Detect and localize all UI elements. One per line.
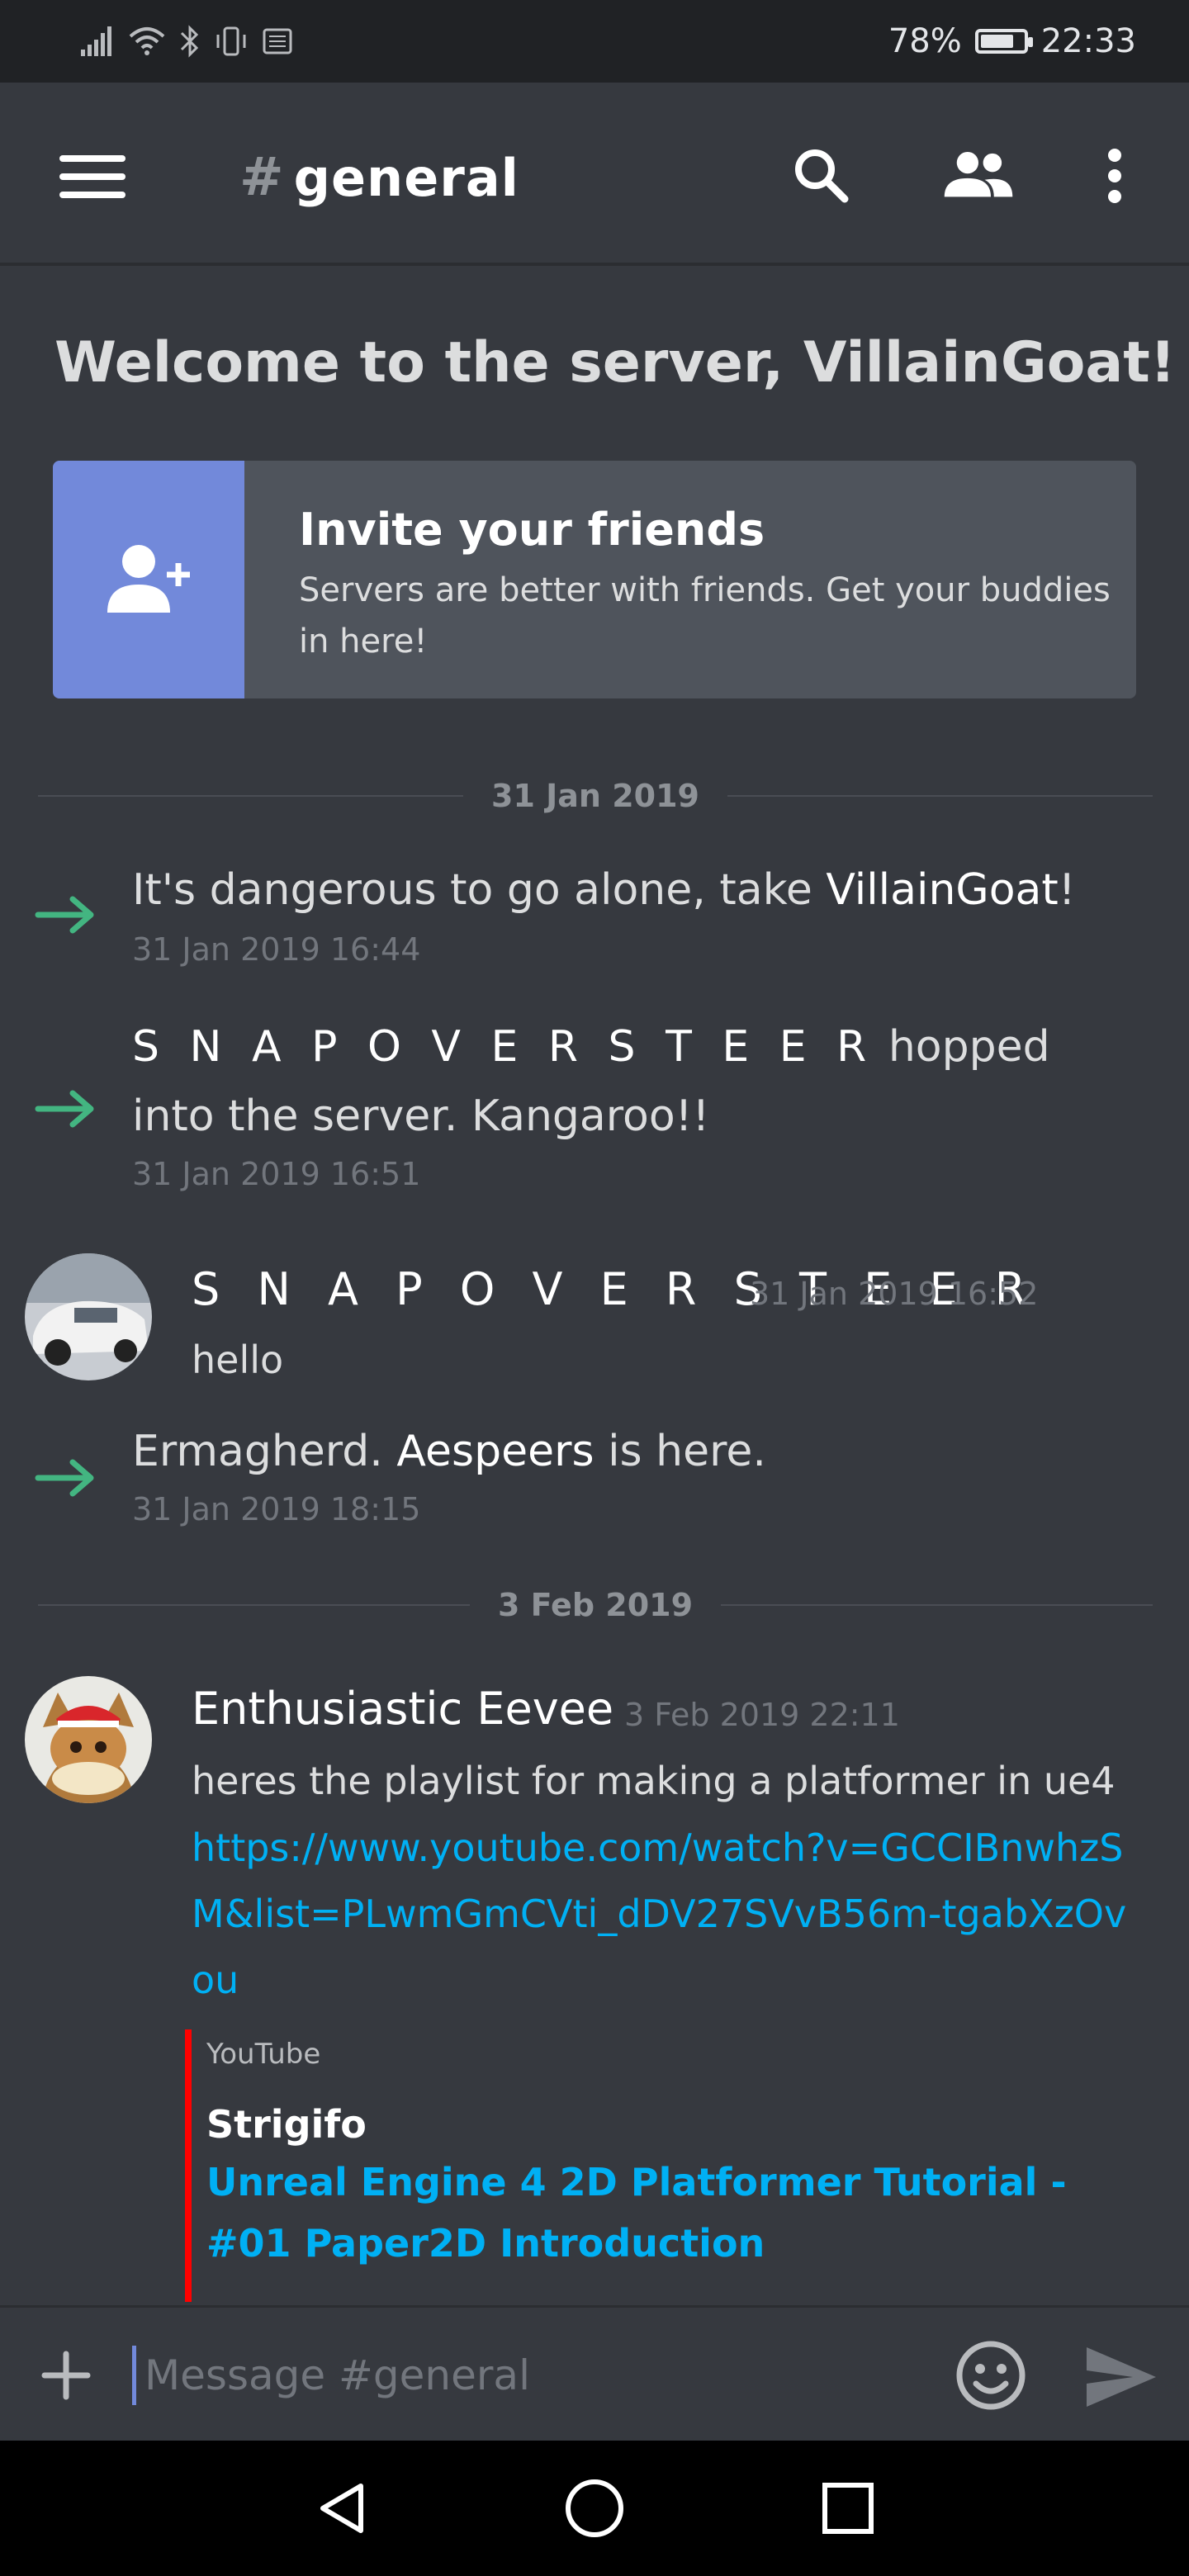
system-message-text: ! (1058, 865, 1076, 915)
embed-provider[interactable]: YouTube (206, 2038, 1143, 2071)
embed-title-link[interactable]: Unreal Engine 4 2D Platformer Tutorial -… (206, 2152, 1143, 2274)
status-left-icons (79, 20, 294, 63)
message-timestamp: 3 Feb 2019 22:11 (624, 1697, 900, 1733)
home-icon[interactable] (560, 2474, 629, 2543)
back-icon[interactable] (307, 2474, 377, 2543)
signal-icon (81, 26, 111, 56)
message-author[interactable]: Enthusiastic Eevee (192, 1683, 613, 1735)
date-separator-label: 3 Feb 2019 (497, 1587, 694, 1623)
channel-hash-icon: # (239, 147, 284, 208)
add-attachment-icon[interactable] (40, 2349, 92, 2402)
send-icon[interactable] (1082, 2341, 1161, 2413)
recents-icon[interactable] (813, 2474, 883, 2543)
message-timestamp: 31 Jan 2019 18:15 (132, 1491, 421, 1527)
search-icon[interactable] (784, 139, 859, 213)
status-right: 78% 22:33 (888, 17, 1136, 66)
message-link[interactable]: https://www.youtube.com/watch?v=GCCIBnwh… (192, 1815, 1141, 2013)
username-link[interactable]: Aespeers (396, 1427, 594, 1476)
join-arrow-icon (35, 1090, 94, 1128)
welcome-title: Welcome to the server, VillainGoat! (54, 330, 1176, 395)
channel-header: # general (0, 83, 1189, 266)
username-link[interactable]: S N A P O V E R S T E E R (132, 1022, 874, 1072)
embed-author[interactable]: Strigifo (206, 2102, 1143, 2147)
message-content: hello (192, 1338, 284, 1382)
join-arrow-icon (35, 1459, 94, 1497)
system-join-message: S N A P O V E R S T E E R hopped into th… (132, 1012, 1139, 1151)
avatar[interactable] (25, 1253, 152, 1380)
system-join-message: Ermagherd. Aespeers is here. (132, 1417, 1139, 1486)
wifi-icon (129, 27, 165, 55)
bluetooth-icon (180, 25, 199, 58)
date-separator: 3 Feb 2019 (38, 1580, 1153, 1630)
invite-subtitle: Servers are better with friends. Get you… (299, 571, 1111, 661)
system-navigation-bar (0, 2441, 1189, 2576)
message-timestamp: 31 Jan 2019 16:52 (750, 1276, 1039, 1312)
invite-friends-card[interactable]: Invite your friends Servers are better w… (53, 461, 1136, 698)
join-arrow-icon (35, 896, 94, 934)
youtube-embed: YouTube Strigifo Unreal Engine 4 2D Plat… (185, 2029, 1143, 2302)
message-composer (0, 2305, 1189, 2441)
system-message-text: is here. (594, 1427, 766, 1476)
system-message-text: Ermagherd. (132, 1427, 397, 1476)
channel-name: general (293, 147, 519, 208)
add-friend-icon (53, 461, 244, 698)
battery-percent: 78% (888, 22, 962, 60)
system-message-text: It's dangerous to go alone, take (132, 865, 827, 915)
invite-title: Invite your friends (299, 504, 765, 556)
battery-icon (974, 29, 1033, 54)
message-timestamp: 31 Jan 2019 16:51 (132, 1156, 421, 1192)
system-join-message: It's dangerous to go alone, take Villain… (132, 855, 1139, 925)
avatar[interactable] (25, 1676, 152, 1803)
more-vertical-icon[interactable] (1082, 139, 1148, 213)
emoji-icon[interactable] (953, 2337, 1029, 2413)
sim-icon (263, 28, 292, 54)
message-content: heres the playlist for making a platform… (192, 1759, 1116, 1803)
vibrate-icon (216, 26, 246, 56)
members-icon[interactable] (941, 139, 1016, 213)
message-input[interactable] (132, 2346, 875, 2405)
hamburger-menu-icon[interactable] (59, 155, 126, 198)
clock: 22:33 (1040, 22, 1136, 60)
date-separator-label: 31 Jan 2019 (491, 778, 699, 814)
channel-title: # general (239, 140, 519, 215)
username-link[interactable]: VillainGoat (826, 865, 1058, 915)
status-bar: 78% 22:33 (0, 0, 1189, 83)
message-timestamp: 31 Jan 2019 16:44 (132, 931, 421, 968)
date-separator: 31 Jan 2019 (38, 771, 1153, 821)
